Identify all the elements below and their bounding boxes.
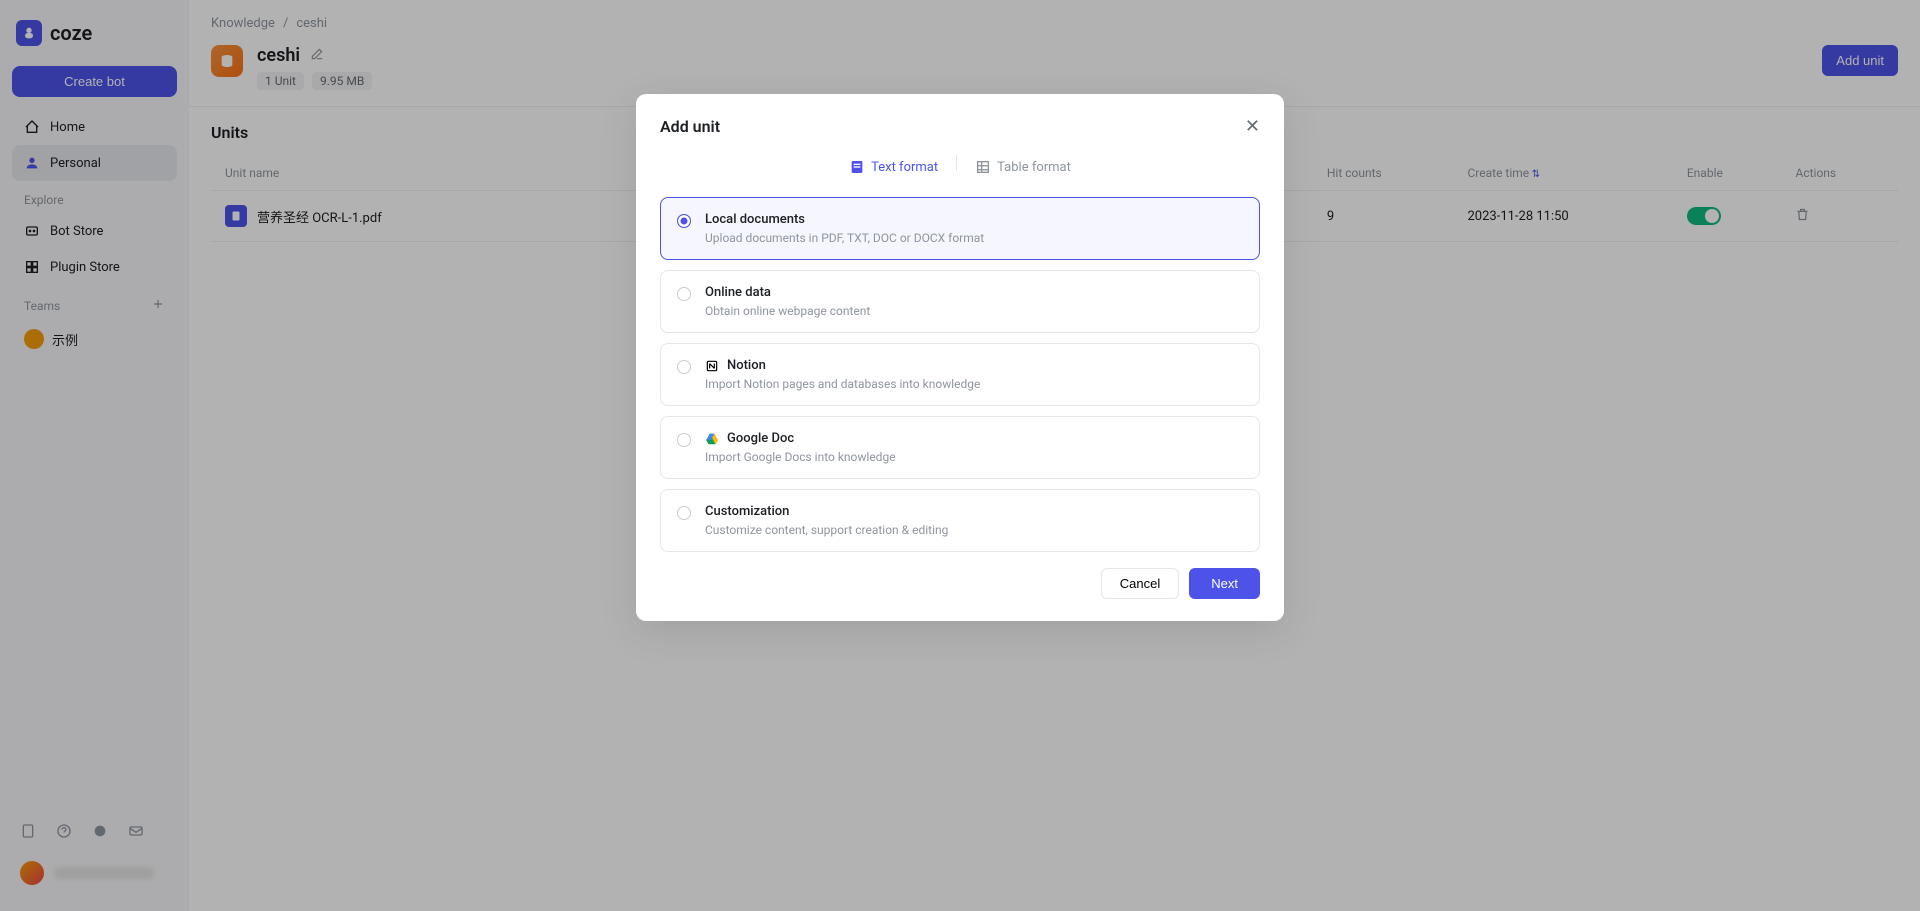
format-tabs: Text format Table format: [660, 155, 1260, 179]
option-online-data[interactable]: Online data Obtain online webpage conten…: [660, 270, 1260, 333]
tab-label: Table format: [997, 160, 1071, 175]
option-desc: Obtain online webpage content: [705, 304, 1243, 318]
modal-title: Add unit: [660, 117, 720, 136]
add-unit-modal: Add unit ✕ Text format Table format Loca…: [636, 94, 1284, 621]
tab-label: Text format: [871, 160, 938, 175]
option-title: Online data: [705, 285, 1243, 300]
radio-icon: [677, 506, 691, 520]
option-local-documents[interactable]: Local documents Upload documents in PDF,…: [660, 197, 1260, 260]
table-format-icon: [975, 159, 991, 175]
google-drive-icon: [705, 432, 719, 446]
option-title-text: Notion: [727, 358, 766, 373]
option-desc: Upload documents in PDF, TXT, DOC or DOC…: [705, 231, 1243, 245]
radio-icon: [677, 287, 691, 301]
option-customization[interactable]: Customization Customize content, support…: [660, 489, 1260, 552]
cancel-button[interactable]: Cancel: [1101, 568, 1179, 599]
option-desc: Import Google Docs into knowledge: [705, 450, 1243, 464]
option-desc: Customize content, support creation & ed…: [705, 523, 1243, 537]
text-format-icon: [849, 159, 865, 175]
option-title-text: Google Doc: [727, 431, 794, 446]
radio-icon: [677, 433, 691, 447]
modal-overlay[interactable]: Add unit ✕ Text format Table format Loca…: [0, 0, 1920, 911]
notion-icon: [705, 359, 719, 373]
next-button[interactable]: Next: [1189, 568, 1260, 599]
option-notion[interactable]: Notion Import Notion pages and databases…: [660, 343, 1260, 406]
radio-icon: [677, 360, 691, 374]
option-title: Local documents: [705, 212, 1243, 227]
tab-table-format[interactable]: Table format: [975, 155, 1071, 179]
option-title: Customization: [705, 504, 1243, 519]
tab-divider: [956, 155, 957, 171]
option-desc: Import Notion pages and databases into k…: [705, 377, 1243, 391]
tab-text-format[interactable]: Text format: [849, 155, 938, 179]
option-google-doc[interactable]: Google Doc Import Google Docs into knowl…: [660, 416, 1260, 479]
radio-icon: [677, 214, 691, 228]
close-icon[interactable]: ✕: [1245, 116, 1260, 137]
modal-footer: Cancel Next: [660, 568, 1260, 599]
